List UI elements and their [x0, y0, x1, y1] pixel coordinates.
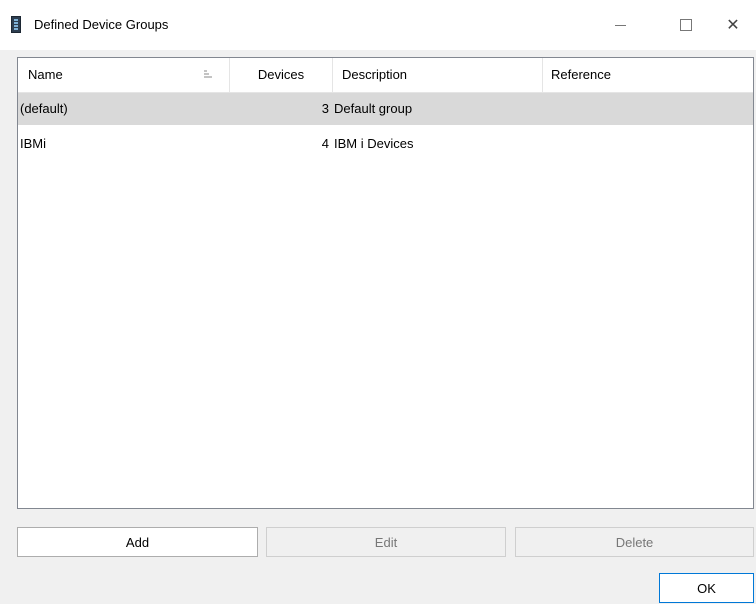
- table-row[interactable]: (default) 3 Default group: [18, 93, 753, 125]
- sort-icon: [204, 70, 212, 78]
- close-icon: ✕: [726, 17, 740, 34]
- delete-button[interactable]: Delete: [515, 527, 754, 557]
- table-row[interactable]: IBMi 4 IBM i Devices: [18, 128, 753, 160]
- column-header-name[interactable]: Name: [18, 58, 230, 92]
- row-description: Default group: [334, 101, 413, 116]
- row-name: IBMi: [20, 136, 46, 151]
- row-name: (default): [20, 101, 68, 116]
- row-description: IBM i Devices: [334, 136, 414, 151]
- title-bar[interactable]: Defined Device Groups ✕: [0, 0, 756, 50]
- minimize-icon: [614, 24, 626, 26]
- add-button[interactable]: Add: [17, 527, 258, 557]
- column-header-reference[interactable]: Reference: [543, 58, 756, 92]
- app-icon: [11, 16, 21, 33]
- maximize-button[interactable]: [663, 0, 709, 50]
- column-header-devices[interactable]: Devices: [230, 58, 333, 92]
- row-devices: 4: [321, 136, 329, 151]
- maximize-icon: [680, 19, 692, 31]
- ok-button[interactable]: OK: [659, 573, 754, 603]
- row-devices: 3: [321, 101, 329, 116]
- device-groups-list[interactable]: Name Devices Description Reference (defa…: [17, 57, 754, 509]
- list-header: Name Devices Description Reference: [18, 58, 753, 93]
- column-header-description[interactable]: Description: [333, 58, 543, 92]
- close-button[interactable]: ✕: [710, 0, 756, 50]
- edit-button[interactable]: Edit: [266, 527, 506, 557]
- window-title: Defined Device Groups: [34, 17, 169, 32]
- minimize-button[interactable]: [597, 0, 643, 50]
